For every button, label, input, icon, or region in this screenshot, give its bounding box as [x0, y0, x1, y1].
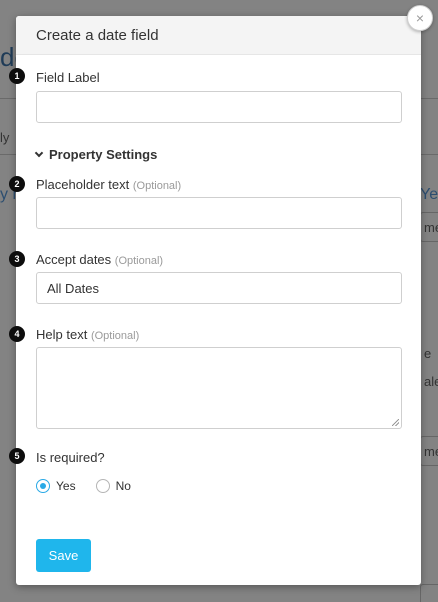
radio-no-label: No [115, 479, 131, 493]
step-badge-3: 3 [9, 251, 25, 267]
help-text-textarea[interactable] [36, 347, 402, 429]
step-badge-4: 4 [9, 326, 25, 342]
save-button[interactable]: Save [36, 539, 91, 572]
optional-hint: (Optional) [132, 180, 182, 192]
property-settings-toggle[interactable]: Property Settings [34, 147, 158, 162]
step-badge-1: 1 [9, 68, 25, 84]
accept-dates-selected-value: All Dates [47, 280, 100, 296]
modal-title: Create a date field [36, 27, 159, 44]
property-settings-label: Property Settings [49, 147, 158, 162]
help-text-label: Help text (Optional) [36, 327, 139, 342]
field-label-label: Field Label [36, 70, 100, 85]
modal-header: Create a date field [16, 16, 421, 55]
placeholder-text-label: Placeholder text (Optional) [36, 177, 181, 192]
step-badge-2: 2 [9, 176, 25, 192]
optional-hint: (Optional) [90, 330, 140, 342]
radio-yes[interactable]: Yes [36, 479, 76, 493]
background-text-fragment: ale [424, 374, 438, 389]
resize-handle-icon[interactable] [392, 419, 399, 426]
radio-unchecked-icon [95, 479, 110, 493]
radio-checked-icon [36, 479, 50, 493]
background-text-fragment: ly [0, 130, 10, 145]
optional-hint: (Optional) [114, 255, 164, 267]
background-text-fragment: me [424, 444, 438, 459]
close-icon: × [415, 10, 425, 26]
is-required-label: Is required? [36, 450, 105, 465]
background-text-fragment: me [424, 220, 438, 235]
placeholder-text-input[interactable] [36, 197, 402, 229]
is-required-radio-group: Yes No [36, 479, 151, 493]
close-button[interactable]: × [407, 5, 433, 31]
accept-dates-label: Accept dates (Optional) [36, 252, 163, 267]
background-text-fragment: e [424, 346, 432, 361]
background-input [420, 584, 438, 602]
background-subheading-fragment: Ye [420, 186, 438, 203]
accept-dates-select[interactable]: All Dates [36, 272, 402, 304]
radio-no[interactable]: No [95, 479, 131, 493]
chevron-down-icon [34, 148, 44, 157]
radio-yes-label: Yes [56, 479, 76, 493]
help-text-label-text: Help text [36, 327, 88, 342]
placeholder-text-label-text: Placeholder text [36, 177, 130, 192]
field-label-input[interactable] [36, 91, 402, 123]
accept-dates-label-text: Accept dates [36, 252, 112, 267]
step-badge-5: 5 [9, 448, 25, 464]
